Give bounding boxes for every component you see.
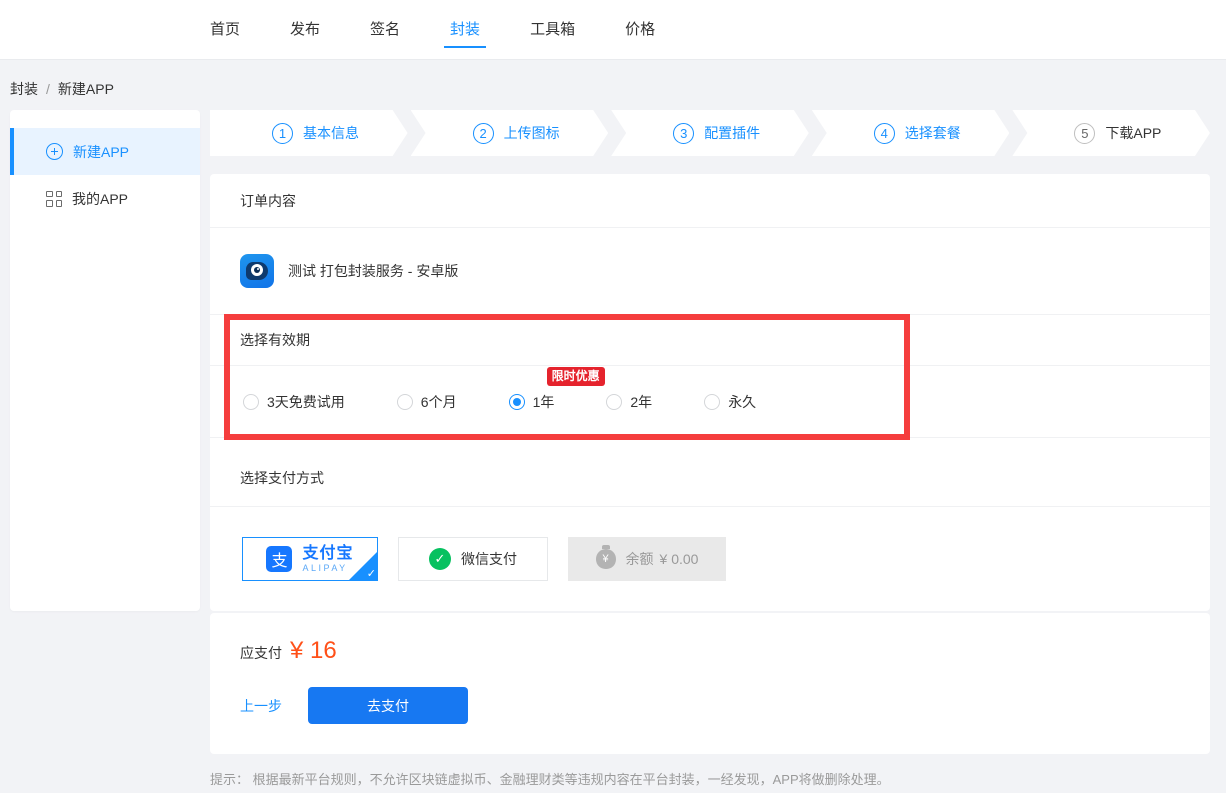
order-section-title: 订单内容 [210,174,1210,227]
nav-item-toolbox[interactable]: 工具箱 [530,0,575,60]
sidebar-item-label: 我的APP [72,189,128,209]
sidebar-item-my-app[interactable]: 我的APP [10,175,200,222]
step-configure-plugin[interactable]: 3 配置插件 [611,110,809,156]
sidebar-item-new-app[interactable]: 新建APP [10,128,200,175]
validity-options: 3天免费试用 6个月 限时优惠 1年 2年 永久 [210,366,1210,437]
validity-option-forever[interactable]: 永久 [704,392,756,412]
breadcrumb-root[interactable]: 封装 [10,81,38,97]
checkout-buttons: 上一步 去支付 [240,687,1180,724]
nav-item-sign[interactable]: 签名 [370,0,400,60]
payment-option-alipay[interactable]: 支 支付宝 ALIPAY ✓ [242,537,378,581]
step-download-app[interactable]: 5 下载APP [1012,110,1210,156]
product-name: 测试 打包封装服务 - 安卓版 [288,261,458,281]
radio-checked-icon[interactable] [509,394,525,410]
radio-unchecked-icon[interactable] [397,394,413,410]
go-pay-button[interactable]: 去支付 [308,687,468,724]
step-number-badge: 4 [874,123,895,144]
nav-item-home[interactable]: 首页 [210,0,240,60]
grid-icon [46,191,62,207]
payment-option-balance: ¥ 余额 ¥ 0.00 [568,537,726,581]
sidebar-item-label: 新建APP [73,142,129,162]
payment-section-title: 选择支付方式 [210,438,1210,506]
wechat-pay-icon: ✓ [429,548,451,570]
payment-methods: 支 支付宝 ALIPAY ✓ ✓ 微信支付 ¥ 余额 ¥ 0.00 [210,507,1210,611]
order-product-row: 测试 打包封装服务 - 安卓版 [210,228,1210,314]
step-wizard: 1 基本信息 2 上传图标 3 配置插件 4 选择套餐 5 下载APP [210,110,1210,156]
breadcrumb: 封装 / 新建APP [10,79,114,99]
sidebar: 新建APP 我的APP [10,110,200,611]
breadcrumb-separator: / [46,81,50,97]
platform-rule-tip: 提示： 根据最新平台规则，不允许区块链虚拟币、金融理财类等违规内容在平台封装，一… [210,769,1210,788]
previous-step-link[interactable]: 上一步 [240,696,282,716]
promo-badge: 限时优惠 [547,367,605,386]
amount-due-line: 应支付 ¥ 16 [240,637,1180,665]
nav-item-package[interactable]: 封装 [450,0,480,60]
alipay-logo-icon: 支 [266,546,292,572]
check-icon: ✓ [367,567,376,580]
order-panel: 订单内容 测试 打包封装服务 - 安卓版 选择有效期 3天免费试用 6个月 限时 [210,174,1210,611]
step-select-package[interactable]: 4 选择套餐 [812,110,1010,156]
step-basic-info[interactable]: 1 基本信息 [210,110,408,156]
alipay-brand-en: ALIPAY [302,564,353,573]
main-content: 1 基本信息 2 上传图标 3 配置插件 4 选择套餐 5 下载APP 订单内容 [210,110,1210,788]
validity-option-3day-trial[interactable]: 3天免费试用 [243,392,345,412]
due-amount: ¥ 16 [290,637,337,665]
validity-option-2year[interactable]: 2年 [606,392,652,412]
payment-option-wechat[interactable]: ✓ 微信支付 [398,537,548,581]
nav-item-publish[interactable]: 发布 [290,0,320,60]
money-bag-icon: ¥ [596,549,616,569]
radio-unchecked-icon[interactable] [243,394,259,410]
validity-option-1year[interactable]: 限时优惠 1年 [509,392,555,412]
validity-option-6month[interactable]: 6个月 [397,392,457,412]
plus-circle-icon [46,143,63,160]
step-number-badge: 1 [272,123,293,144]
top-navbar: 首页 发布 签名 封装 工具箱 价格 [0,0,1226,60]
alipay-brand-cn: 支付宝 [302,546,353,562]
radio-unchecked-icon[interactable] [606,394,622,410]
app-logo-eye-icon [240,254,274,288]
validity-section-title: 选择有效期 [210,315,1210,365]
breadcrumb-current: 新建APP [58,81,114,97]
checkout-panel: 应支付 ¥ 16 上一步 去支付 [210,613,1210,754]
balance-amount: ¥ 0.00 [660,551,699,567]
step-upload-icon[interactable]: 2 上传图标 [411,110,609,156]
step-number-badge: 5 [1074,123,1095,144]
due-label: 应支付 [240,643,282,663]
radio-unchecked-icon[interactable] [704,394,720,410]
step-number-badge: 2 [473,123,494,144]
step-number-badge: 3 [673,123,694,144]
nav-item-price[interactable]: 价格 [625,0,655,60]
